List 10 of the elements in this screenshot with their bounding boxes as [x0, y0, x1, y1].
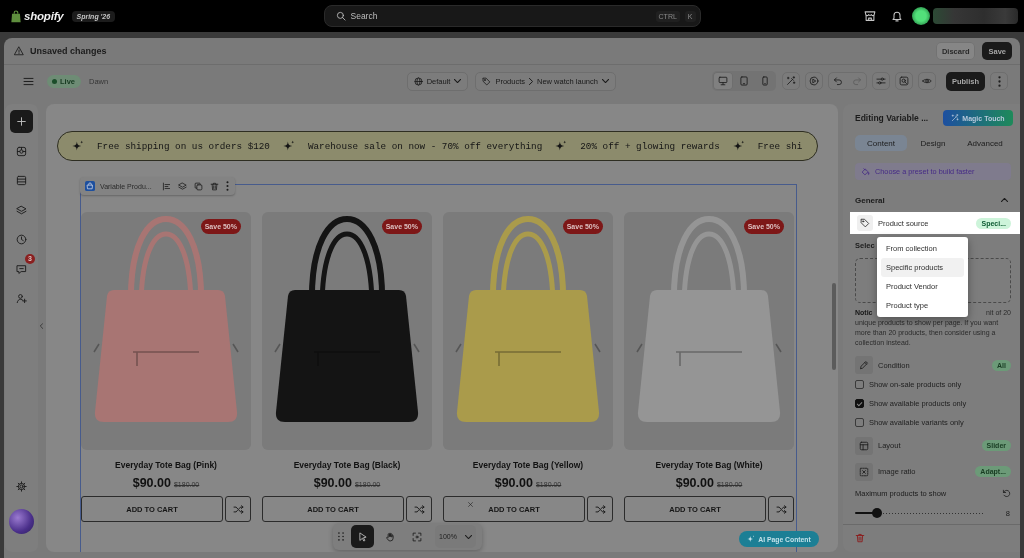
- panel-title: Editing Variable ...: [855, 113, 929, 123]
- announcement-text: Free shi: [757, 140, 803, 152]
- product-price: $90.00: [313, 475, 352, 491]
- announcement-text: 20% off + glowing rewards: [580, 140, 720, 152]
- announcement-text: Free shipping on us orders $120: [97, 140, 270, 152]
- product-price: $90.00: [494, 475, 533, 491]
- announcement-text: Warehouse sale on now - 70% off everything: [307, 140, 543, 152]
- unsaved-message: Unsaved changes: [30, 46, 107, 56]
- product-price: $90.00: [675, 475, 714, 491]
- product-price: $90.00: [132, 475, 171, 491]
